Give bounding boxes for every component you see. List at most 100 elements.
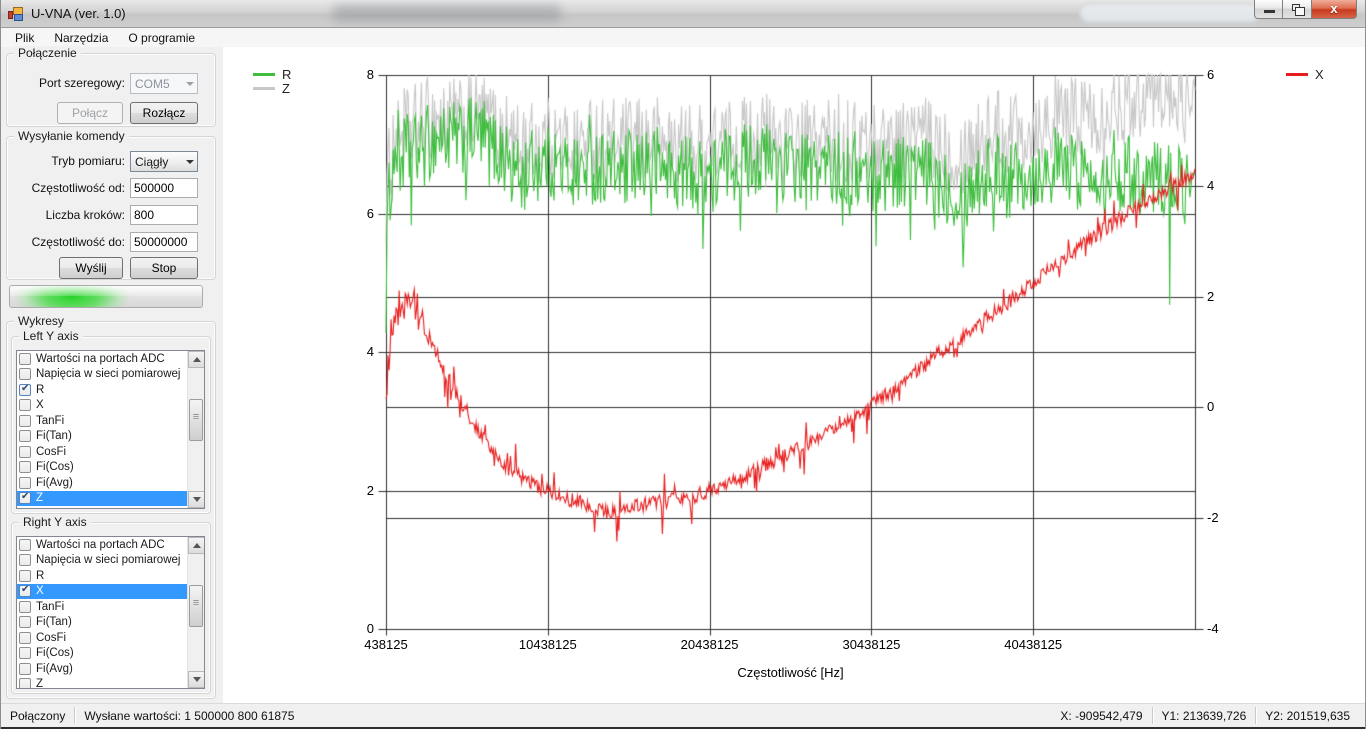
checkbox-checked-icon[interactable] (19, 384, 31, 396)
left-axis-tick-label: 8 (340, 67, 374, 82)
list-item-z[interactable]: Z (17, 677, 204, 690)
menu-item-plik[interactable]: Plik (5, 29, 44, 47)
list-item-napi-cia-w-sieci-pomiarowej[interactable]: Napięcia w sieci pomiarowej (17, 367, 204, 383)
vertical-scrollbar[interactable] (187, 351, 204, 508)
measure-mode-combobox[interactable]: Ciągły (130, 151, 198, 172)
list-item-label: TanFi (36, 415, 64, 427)
left-axis-tick-label: 0 (340, 621, 374, 636)
checkbox-icon[interactable] (19, 632, 31, 644)
checkbox-icon[interactable] (19, 368, 31, 380)
list-item-label: X (36, 399, 44, 411)
list-item-label: Fi(Cos) (36, 647, 74, 659)
steps-label: Liczba kroków: (46, 208, 125, 222)
right-y-axis-listbox[interactable]: Wartości na portach ADC Napięcia w sieci … (16, 536, 205, 689)
x-axis-tick-label: 30438125 (826, 637, 916, 652)
list-item-fi-avg-[interactable]: Fi(Avg) (17, 475, 204, 491)
status-right: X: -909542,479 Y1: 213639,726 Y2: 201519… (1051, 704, 1365, 727)
progress-bar (9, 285, 203, 308)
list-item-label: Fi(Avg) (36, 663, 73, 675)
close-button[interactable]: x (1312, 0, 1357, 19)
serial-port-combobox[interactable]: COM5 (130, 73, 198, 94)
app-icon (8, 6, 24, 22)
list-item-label: Fi(Tan) (36, 430, 72, 442)
cursor-y1-readout: Y1: 213639,726 (1153, 709, 1256, 723)
vertical-scrollbar[interactable] (187, 537, 204, 688)
checkbox-checked-icon[interactable] (19, 492, 31, 504)
status-left: Połączony Wysłane wartości: 1 500000 800… (1, 704, 303, 727)
checkbox-icon[interactable] (19, 461, 31, 473)
menu-item-narzędzia[interactable]: Narzędzia (44, 29, 118, 47)
checkbox-icon[interactable] (19, 647, 31, 659)
list-item-label: Fi(Cos) (36, 461, 74, 473)
list-item-warto-ci-na-portach-adc[interactable]: Wartości na portach ADC (17, 537, 204, 553)
list-item-fi-cos-[interactable]: Fi(Cos) (17, 460, 204, 476)
list-item-x[interactable]: X (17, 584, 204, 600)
list-item-fi-cos-[interactable]: Fi(Cos) (17, 646, 204, 662)
checkbox-icon[interactable] (19, 430, 31, 442)
restore-button[interactable] (1283, 0, 1312, 19)
checkbox-icon[interactable] (19, 601, 31, 613)
checkbox-icon[interactable] (19, 554, 31, 566)
list-item-cosfi[interactable]: CosFi (17, 630, 204, 646)
list-item-label: R (36, 570, 44, 582)
connect-button[interactable]: Połącz (57, 102, 123, 124)
checkbox-icon[interactable] (19, 616, 31, 628)
command-group: Wysyłanie komendy Tryb pomiaru: Ciągły C… (6, 136, 216, 280)
checkbox-icon[interactable] (19, 353, 31, 365)
checkbox-icon[interactable] (19, 539, 31, 551)
list-item-label: Wartości na portach ADC (36, 353, 165, 365)
freq-to-input[interactable] (130, 232, 198, 252)
x-axis-tick-label: 20438125 (665, 637, 755, 652)
list-item-cosfi[interactable]: CosFi (17, 444, 204, 460)
list-item-r[interactable]: R (17, 568, 204, 584)
legend-label: R (282, 67, 291, 82)
checkbox-icon[interactable] (19, 663, 31, 675)
menu-item-o-programie[interactable]: O programie (118, 29, 205, 47)
list-item-fi-avg-[interactable]: Fi(Avg) (17, 661, 204, 677)
list-item-label: TanFi (36, 601, 64, 613)
checkbox-icon[interactable] (19, 477, 31, 489)
checkbox-checked-icon[interactable] (19, 585, 31, 597)
charts-group-title: Wykresy (14, 314, 68, 328)
scroll-up-icon[interactable] (188, 537, 205, 554)
cursor-y2-readout: Y2: 201519,635 (1256, 709, 1359, 723)
left-axis-tick-label: 4 (340, 344, 374, 359)
steps-input[interactable] (130, 205, 198, 225)
list-item-z[interactable]: Z (17, 491, 204, 507)
list-item-tanfi[interactable]: TanFi (17, 413, 204, 429)
checkbox-icon[interactable] (19, 399, 31, 411)
disconnect-button[interactable]: Rozłącz (130, 102, 198, 124)
list-item-label: Fi(Avg) (36, 477, 73, 489)
checkbox-icon[interactable] (19, 678, 31, 689)
right-y-axis-title: Right Y axis (19, 515, 91, 529)
list-item-label: Fi(Tan) (36, 616, 72, 628)
menu-bar: PlikNarzędziaO programie (1, 28, 1365, 47)
list-item-label: Wartości na portach ADC (36, 539, 165, 551)
list-item-x[interactable]: X (17, 398, 204, 414)
checkbox-icon[interactable] (19, 446, 31, 458)
checkbox-icon[interactable] (19, 570, 31, 582)
chart-canvas[interactable] (223, 47, 1366, 703)
scrollbar-thumb[interactable] (189, 399, 203, 441)
send-button[interactable]: Wyślij (59, 257, 123, 279)
left-y-axis-listbox[interactable]: Wartości na portach ADC Napięcia w sieci … (16, 350, 205, 509)
list-item-tanfi[interactable]: TanFi (17, 599, 204, 615)
connection-status: Połączony (1, 709, 74, 723)
freq-from-input[interactable] (130, 178, 198, 198)
scroll-up-icon[interactable] (188, 351, 205, 368)
scroll-down-icon[interactable] (188, 671, 205, 688)
list-item-label: Napięcia w sieci pomiarowej (36, 554, 180, 566)
list-item-fi-tan-[interactable]: Fi(Tan) (17, 429, 204, 445)
list-item-r[interactable]: R (17, 382, 204, 398)
restore-icon (1292, 4, 1300, 11)
checkbox-icon[interactable] (19, 415, 31, 427)
list-item-fi-tan-[interactable]: Fi(Tan) (17, 615, 204, 631)
scrollbar-thumb[interactable] (189, 585, 203, 627)
scroll-down-icon[interactable] (188, 491, 205, 508)
minimize-button[interactable] (1254, 0, 1283, 19)
legend-swatch-icon (253, 87, 275, 90)
x-axis-tick-label: 40438125 (988, 637, 1078, 652)
list-item-napi-cia-w-sieci-pomiarowej[interactable]: Napięcia w sieci pomiarowej (17, 553, 204, 569)
list-item-warto-ci-na-portach-adc[interactable]: Wartości na portach ADC (17, 351, 204, 367)
stop-button[interactable]: Stop (130, 257, 198, 279)
